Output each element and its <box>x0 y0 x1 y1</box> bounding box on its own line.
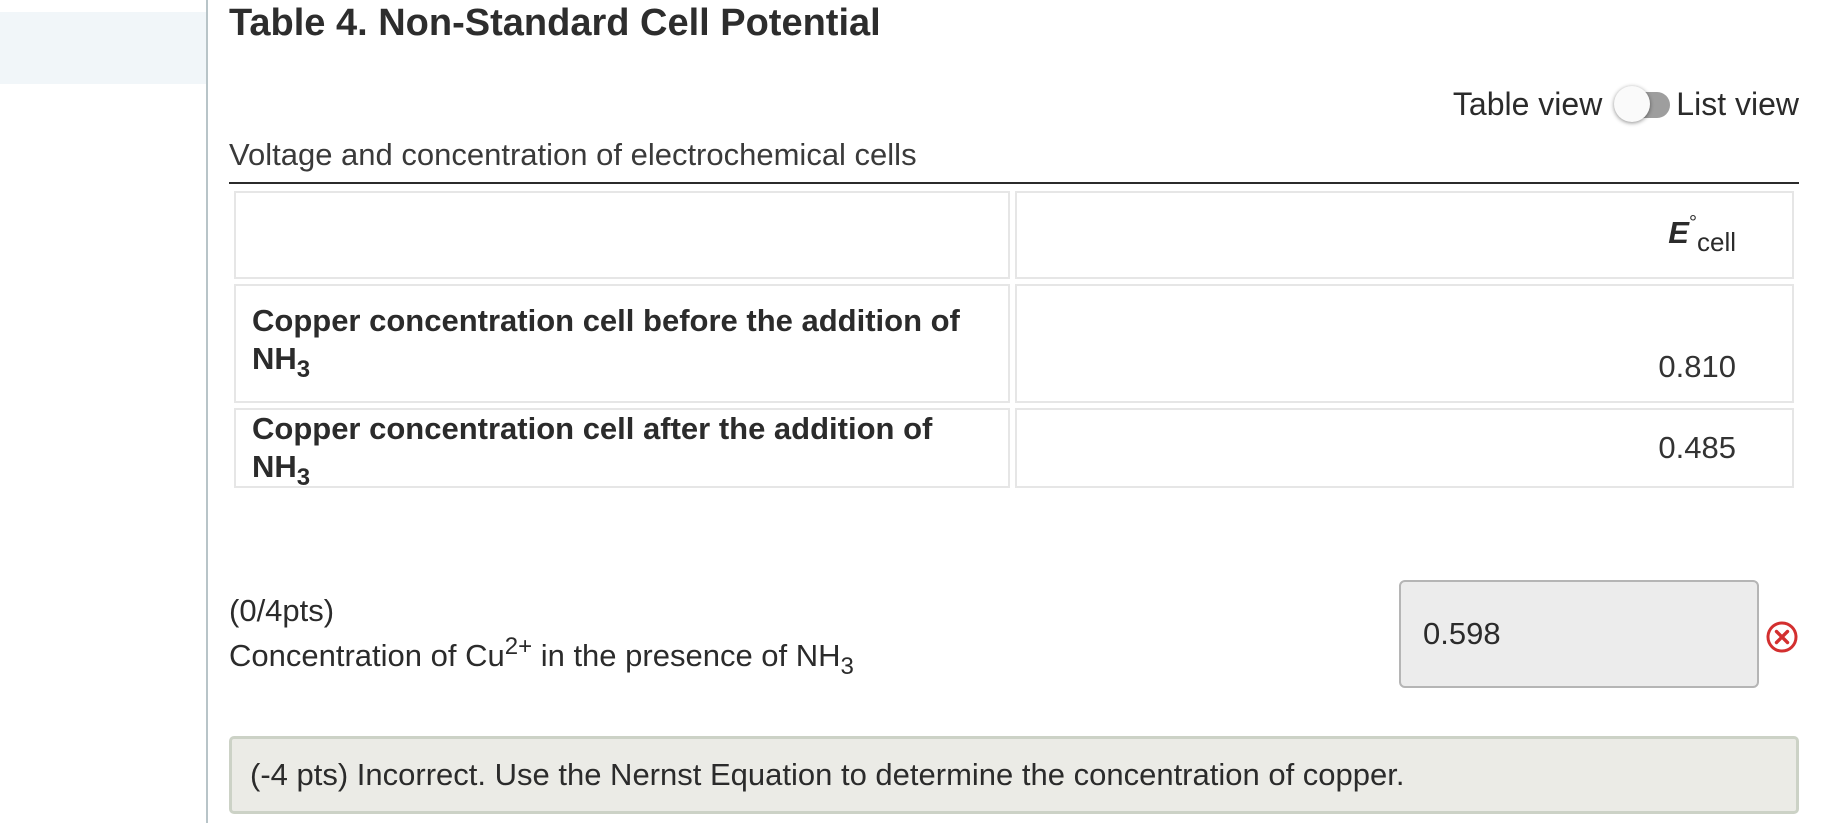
table-caption: Voltage and concentration of electrochem… <box>229 134 1799 184</box>
list-view-label[interactable]: List view <box>1676 86 1799 123</box>
table-header-row: E°cell <box>234 191 1794 279</box>
row-label: Copper concentration cell before the add… <box>234 284 1010 403</box>
column-header-degree: ° <box>1688 212 1697 234</box>
view-toggle: Table view List view <box>1453 82 1799 126</box>
table-title: Table 4. Non-Standard Cell Potential <box>229 2 881 44</box>
question-prompt: Concentration of Cu2+ in the presence of… <box>229 633 854 680</box>
table-row: Copper concentration cell before the add… <box>234 284 1794 403</box>
empty-header-cell <box>234 191 1010 279</box>
answer-input[interactable] <box>1399 580 1759 688</box>
cell-potential-table: E°cell Copper concentration cell before … <box>229 186 1799 493</box>
column-header-symbol: E <box>1668 215 1689 250</box>
row-value: 0.810 <box>1015 284 1794 403</box>
table-view-label[interactable]: Table view <box>1453 86 1602 123</box>
column-header-subscript: cell <box>1696 227 1736 257</box>
sidebar-divider <box>206 0 208 823</box>
table-row: Copper concentration cell after the addi… <box>234 408 1794 491</box>
question-block: (0/4pts) Concentration of Cu2+ in the pr… <box>229 588 854 680</box>
row-value: 0.485 <box>1015 408 1794 488</box>
feedback-message: (-4 pts) Incorrect. Use the Nernst Equat… <box>229 736 1799 814</box>
row-label: Copper concentration cell after the addi… <box>234 408 1010 491</box>
view-toggle-switch[interactable] <box>1614 86 1674 122</box>
question-text-prefix: Concentration of Cu <box>229 638 505 673</box>
column-header-ecell: E°cell <box>1015 191 1794 279</box>
sidebar-active-item[interactable] <box>0 12 206 84</box>
incorrect-circle-x-icon <box>1766 621 1798 653</box>
question-superscript: 2+ <box>504 633 533 660</box>
question-text-middle: in the presence of NH <box>532 638 841 673</box>
question-points: (0/4pts) <box>229 593 335 628</box>
row-label-text: Copper concentration cell before the add… <box>252 303 960 376</box>
row-label-subscript: 3 <box>296 356 311 383</box>
row-label-text: Copper concentration cell after the addi… <box>252 411 933 484</box>
row-label-subscript: 3 <box>296 464 311 491</box>
question-subscript: 3 <box>840 653 854 680</box>
